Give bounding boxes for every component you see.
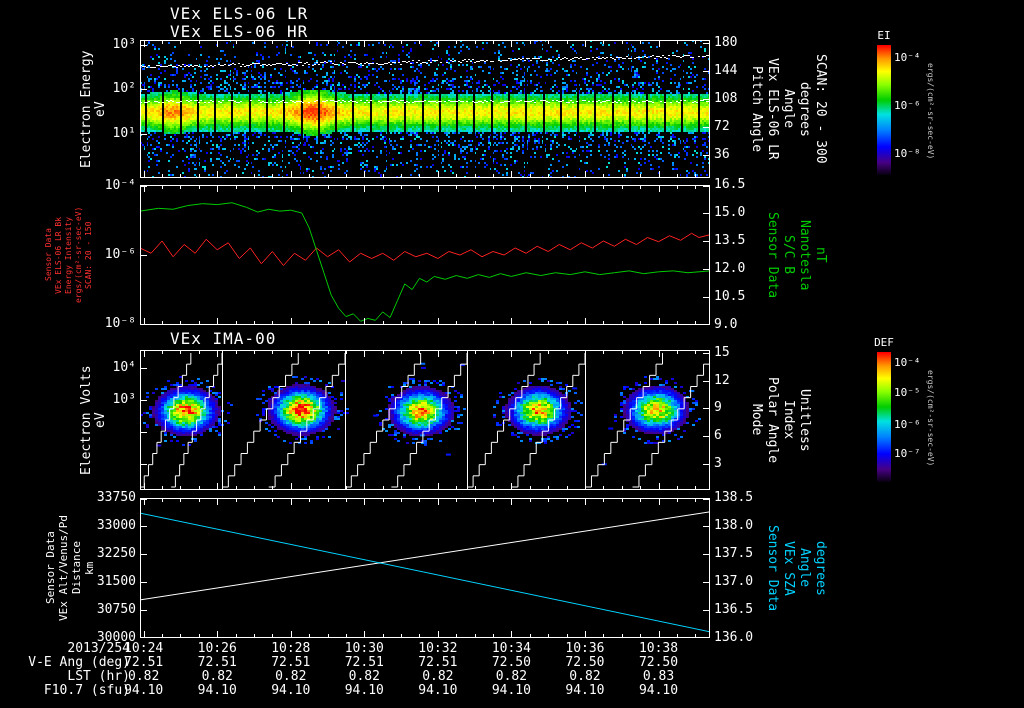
alt-sza-line-canvas <box>140 498 710 638</box>
table-value: 72.51 <box>418 655 458 670</box>
table-value: 94.10 <box>638 683 679 698</box>
table-value: 0.82 <box>128 669 160 684</box>
y-tick-label-right-alt: 138.0 <box>714 518 754 533</box>
colorbar-title-1: EI <box>877 29 891 42</box>
y-tick-label-right-alt: 136.5 <box>714 602 754 617</box>
time-tick-label: 10:28 <box>271 641 311 656</box>
table-value: 72.51 <box>124 655 164 670</box>
time-tick-label: 10:34 <box>491 641 531 656</box>
alt-left-axis-label: Sensor Data VEx Alt/Venus/Pd Distance km <box>44 515 96 621</box>
time-tick-label: 10:30 <box>344 641 384 656</box>
table-value: 0.82 <box>422 669 454 684</box>
alt-right-axis-label: Sensor Data VEx SZA Angle degrees <box>765 524 828 612</box>
table-value: 94.10 <box>565 683 605 698</box>
y-tick-label-right-alt: 138.5 <box>714 490 754 505</box>
ima-left-axis-label: Electron Volts eV <box>79 365 108 475</box>
els-left-axis-label: Electron Energy eV <box>79 50 108 168</box>
table-value: 94.10 <box>271 683 311 698</box>
y-tick-label-right-bk: 13.5 <box>714 233 746 248</box>
ima-spectrogram-canvas <box>140 350 710 490</box>
els-title-hr: VEx ELS-06 HR <box>170 22 309 41</box>
colorbar-tick-label: 10⁻⁸ <box>894 146 921 160</box>
bk-right-axis-label: Sensor Data S/C B Nanotesla nT <box>765 211 828 299</box>
table-value: 72.51 <box>271 655 311 670</box>
table-value: 0.82 <box>275 669 307 684</box>
ima-right-axis-label: Mode Polar Angle Index Unitless <box>749 376 812 464</box>
table-value: 94.10 <box>418 683 458 698</box>
table-row-label: LST (hr) <box>67 669 130 684</box>
time-tick-label: 10:26 <box>197 641 237 656</box>
table-value: 0.82 <box>348 669 380 684</box>
y-tick-label-right-alt: 136.0 <box>714 630 754 645</box>
y-tick-label-right-bk: 10.5 <box>714 289 746 304</box>
colorbar-tick-label: 10⁻⁴ <box>894 356 921 369</box>
colorbar-tick-label: 10⁻⁴ <box>894 50 921 64</box>
colorbar-tick-label: 10⁻⁶ <box>894 417 921 431</box>
table-value: 0.82 <box>495 669 528 684</box>
table-row-label: F10.7 (sfu) <box>43 683 130 698</box>
els-right-axis-label: Pitch Angle VEx ELS-06 LR Angle degrees SCAN… <box>749 54 828 164</box>
colorbar-title-2: DEF <box>874 336 894 349</box>
y-tick-label-right-alt: 137.0 <box>714 574 754 589</box>
time-tick-label: 10:36 <box>565 641 605 656</box>
table-value: 0.82 <box>569 669 601 684</box>
table-value: 94.10 <box>124 683 164 698</box>
table-value: 72.50 <box>565 655 605 670</box>
vex-cdaweb-orbit-plot: VEx ELS-06 LR VEx ELS-06 HR VEx IMA-00 E… <box>0 0 1024 708</box>
els-spectrogram-canvas <box>140 40 710 178</box>
table-value: 72.51 <box>344 655 384 670</box>
bk-left-axis-label: Sensor Data VEx ELS-06 LR Bk Energy Intens… <box>44 206 93 304</box>
colorbar-tick-label: 10⁻⁶ <box>894 98 921 112</box>
y-tick-label-right-bk: 9.0 <box>714 317 738 332</box>
y-tick-label-right-alt: 137.5 <box>714 546 754 561</box>
date-label: 2013/254 <box>67 641 130 656</box>
colorbar-units-2: ergs/(cm²-sr-sec-eV) <box>926 369 935 467</box>
table-value: 94.10 <box>344 683 384 698</box>
y-tick-label-right-bk: 15.0 <box>714 205 746 220</box>
table-value: 72.50 <box>491 655 531 670</box>
colorbar-tick-label: 10⁻⁵ <box>894 386 921 400</box>
bk-bfield-line-canvas <box>140 185 710 325</box>
time-tick-label: 10:38 <box>638 641 679 656</box>
y-tick-label-right-bk: 16.5 <box>714 177 746 192</box>
table-value: 0.82 <box>201 669 233 684</box>
table-value: 72.51 <box>197 655 237 670</box>
table-value: 94.10 <box>197 683 237 698</box>
table-value: 72.50 <box>638 655 679 670</box>
table-row-label: V-E Ang (deg) <box>28 655 130 670</box>
ima-colorbar <box>877 352 891 482</box>
els-title-lr: VEx ELS-06 LR <box>170 4 309 23</box>
table-value: 94.10 <box>491 683 531 698</box>
table-value: 0.83 <box>642 669 675 684</box>
time-tick-label: 10:32 <box>418 641 458 656</box>
colorbar-units-1: ergs/(cm²-sr-sec-eV) <box>926 62 935 160</box>
y-tick-label-right-bk: 12.0 <box>714 261 746 276</box>
ima-title: VEx IMA-00 <box>170 329 277 348</box>
els-colorbar <box>877 45 891 175</box>
colorbar-tick-label: 10⁻⁷ <box>894 447 921 461</box>
